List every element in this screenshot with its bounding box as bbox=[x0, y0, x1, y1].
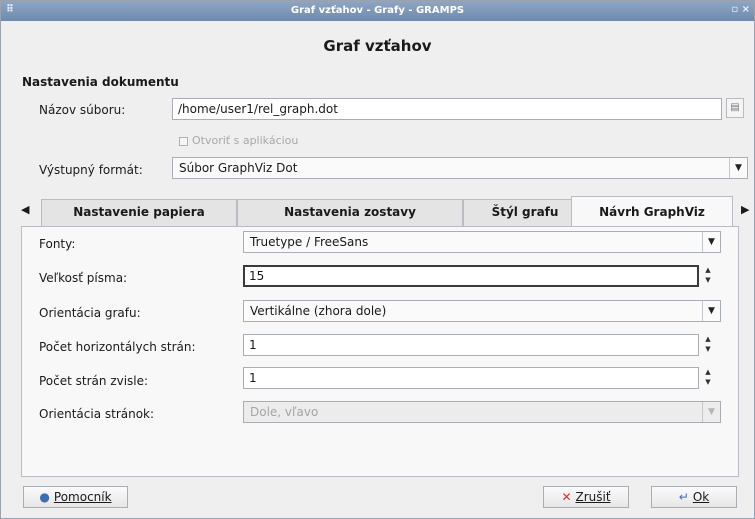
tab-scroll-left-icon[interactable]: ◀ bbox=[21, 203, 29, 216]
tab-report-settings[interactable]: Nastavenia zostavy bbox=[237, 199, 463, 226]
horizontal-pages-stepper[interactable]: ▲ ▼ bbox=[703, 334, 713, 356]
font-size-input[interactable]: 15 bbox=[243, 265, 699, 287]
vertical-pages-label: Počet strán zvisle: bbox=[39, 374, 149, 388]
output-format-select[interactable]: Súbor GraphViz Dot ▼ bbox=[172, 157, 748, 179]
dialog-window: ⠿ Graf vzťahov - Grafy - GRAMPS ▫ × Graf… bbox=[0, 0, 755, 519]
help-button-label: Pomocník bbox=[53, 490, 112, 504]
chevron-down-icon: ▼ bbox=[702, 402, 720, 422]
filename-input[interactable]: /home/user1/rel_graph.dot bbox=[172, 98, 722, 120]
fonts-label: Fonty: bbox=[39, 237, 76, 251]
tab-graphviz-layout[interactable]: Návrh GraphViz bbox=[571, 196, 733, 227]
font-size-stepper[interactable]: ▲ ▼ bbox=[703, 265, 713, 287]
tab-bar: ◀ Nastavenie papiera Nastavenia zostavy … bbox=[19, 196, 751, 227]
filename-label: Názov súboru: bbox=[39, 103, 126, 117]
page-orientation-select: Dole, vľavo ▼ bbox=[243, 401, 721, 423]
help-button[interactable]: ● Pomocník bbox=[23, 486, 128, 508]
cancel-button-label: Zrušiť bbox=[575, 490, 611, 504]
page-orientation-label: Orientácia stránok: bbox=[39, 407, 155, 421]
ok-button[interactable]: ↵ Ok bbox=[651, 486, 737, 508]
window-controls-icon[interactable]: ▫ × bbox=[731, 4, 750, 15]
fonts-value: Truetype / FreeSans bbox=[250, 235, 369, 249]
help-icon: ● bbox=[39, 490, 50, 504]
tab-graph-style[interactable]: Štýl grafu bbox=[463, 199, 587, 226]
ok-button-label: Ok bbox=[692, 490, 710, 504]
document-settings-heading: Nastavenia dokumentu bbox=[22, 75, 179, 89]
close-icon: ✕ bbox=[561, 490, 572, 504]
chevron-down-icon: ▼ bbox=[702, 301, 720, 321]
open-with-app-checkbox: Otvoriť s aplikáciou bbox=[179, 134, 298, 147]
chevron-down-icon: ▼ bbox=[702, 232, 720, 252]
fonts-select[interactable]: Truetype / FreeSans ▼ bbox=[243, 231, 721, 253]
horizontal-pages-label: Počet horizontálych strán: bbox=[39, 340, 196, 354]
horizontal-pages-input[interactable]: 1 bbox=[243, 334, 699, 356]
graph-orientation-label: Orientácia grafu: bbox=[39, 306, 141, 320]
graph-orientation-select[interactable]: Vertikálne (zhora dole) ▼ bbox=[243, 300, 721, 322]
enter-arrow-icon: ↵ bbox=[678, 490, 689, 504]
page-orientation-value: Dole, vľavo bbox=[250, 405, 319, 419]
browse-file-button[interactable]: ▤ bbox=[726, 98, 744, 118]
cancel-button[interactable]: ✕ Zrušiť bbox=[543, 486, 629, 508]
title-bar[interactable]: ⠿ Graf vzťahov - Grafy - GRAMPS ▫ × bbox=[1, 1, 754, 21]
checkbox-box-icon bbox=[179, 136, 188, 146]
output-format-value: Súbor GraphViz Dot bbox=[179, 161, 298, 175]
tab-paper-settings[interactable]: Nastavenie papiera bbox=[41, 199, 237, 226]
output-format-label: Výstupný formát: bbox=[39, 163, 143, 177]
font-size-label: Veľkosť písma: bbox=[39, 271, 128, 285]
tab-scroll-right-icon[interactable]: ▶ bbox=[741, 203, 749, 216]
folder-icon: ▤ bbox=[730, 102, 740, 113]
vertical-pages-stepper[interactable]: ▲ ▼ bbox=[703, 367, 713, 389]
graph-orientation-value: Vertikálne (zhora dole) bbox=[250, 304, 387, 318]
dialog-heading: Graf vzťahov bbox=[323, 37, 432, 55]
chevron-down-icon: ▼ bbox=[729, 158, 747, 178]
window-title: Graf vzťahov - Grafy - GRAMPS bbox=[290, 5, 465, 16]
vertical-pages-input[interactable]: 1 bbox=[243, 367, 699, 389]
open-with-app-label: Otvoriť s aplikáciou bbox=[192, 134, 299, 147]
